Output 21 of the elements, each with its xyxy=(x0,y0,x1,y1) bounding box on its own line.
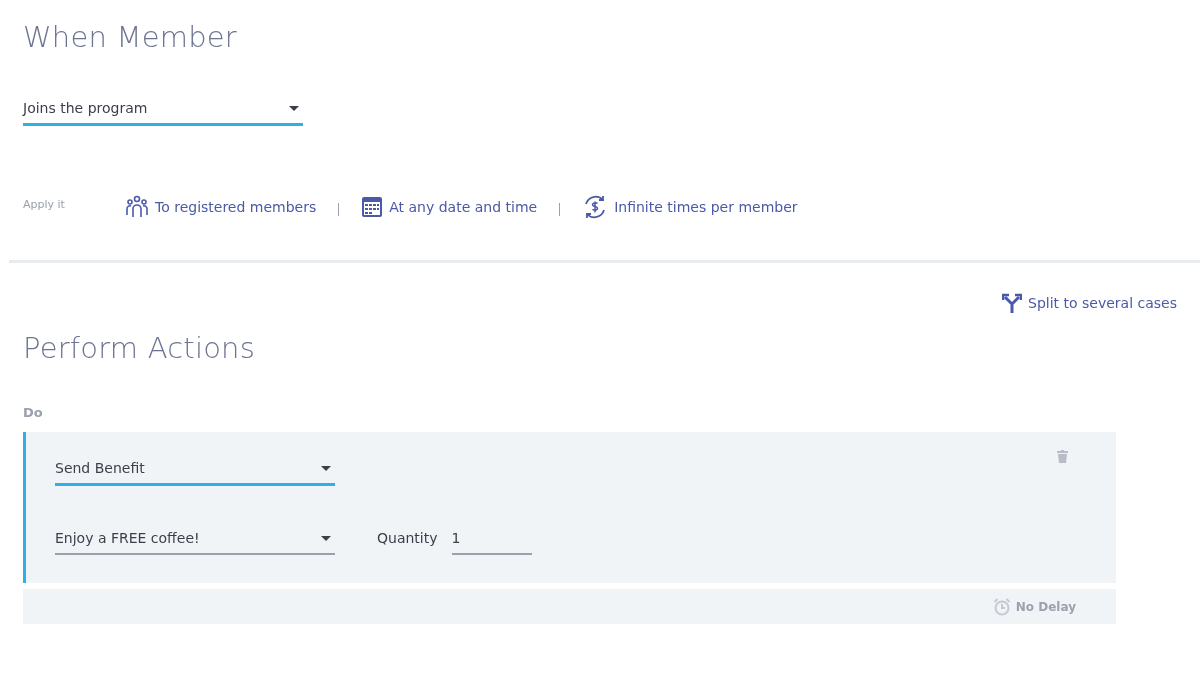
section-title: When Member xyxy=(23,20,238,54)
quantity-label: Quantity xyxy=(377,530,438,548)
dropdown[interactable]: Enjoy a FREE coffee! xyxy=(55,526,335,555)
caret-icon xyxy=(321,535,331,541)
do-label: Do xyxy=(23,405,44,420)
apply-option[interactable]: At any date and time xyxy=(361,196,538,218)
apply-option[interactable]: Infinite times per member xyxy=(582,194,798,220)
section-title: Perform Actions xyxy=(23,331,256,365)
people-icon xyxy=(125,195,149,219)
dropdown[interactable]: Send Benefit xyxy=(55,456,335,486)
apply-option[interactable]: To registered members xyxy=(125,195,317,219)
quantity-field[interactable]: 1 xyxy=(451,526,532,555)
trash-icon[interactable] xyxy=(1057,450,1068,463)
split-icon xyxy=(1002,293,1023,313)
apply-label: Apply it xyxy=(23,197,66,211)
calendar-icon xyxy=(361,196,384,218)
caret-icon xyxy=(289,105,299,111)
split-link[interactable]: Split to several cases xyxy=(1002,293,1177,313)
alarm-clock-icon xyxy=(992,597,1011,616)
caret-icon xyxy=(321,465,331,471)
dropdown[interactable]: Joins the program xyxy=(23,96,303,126)
